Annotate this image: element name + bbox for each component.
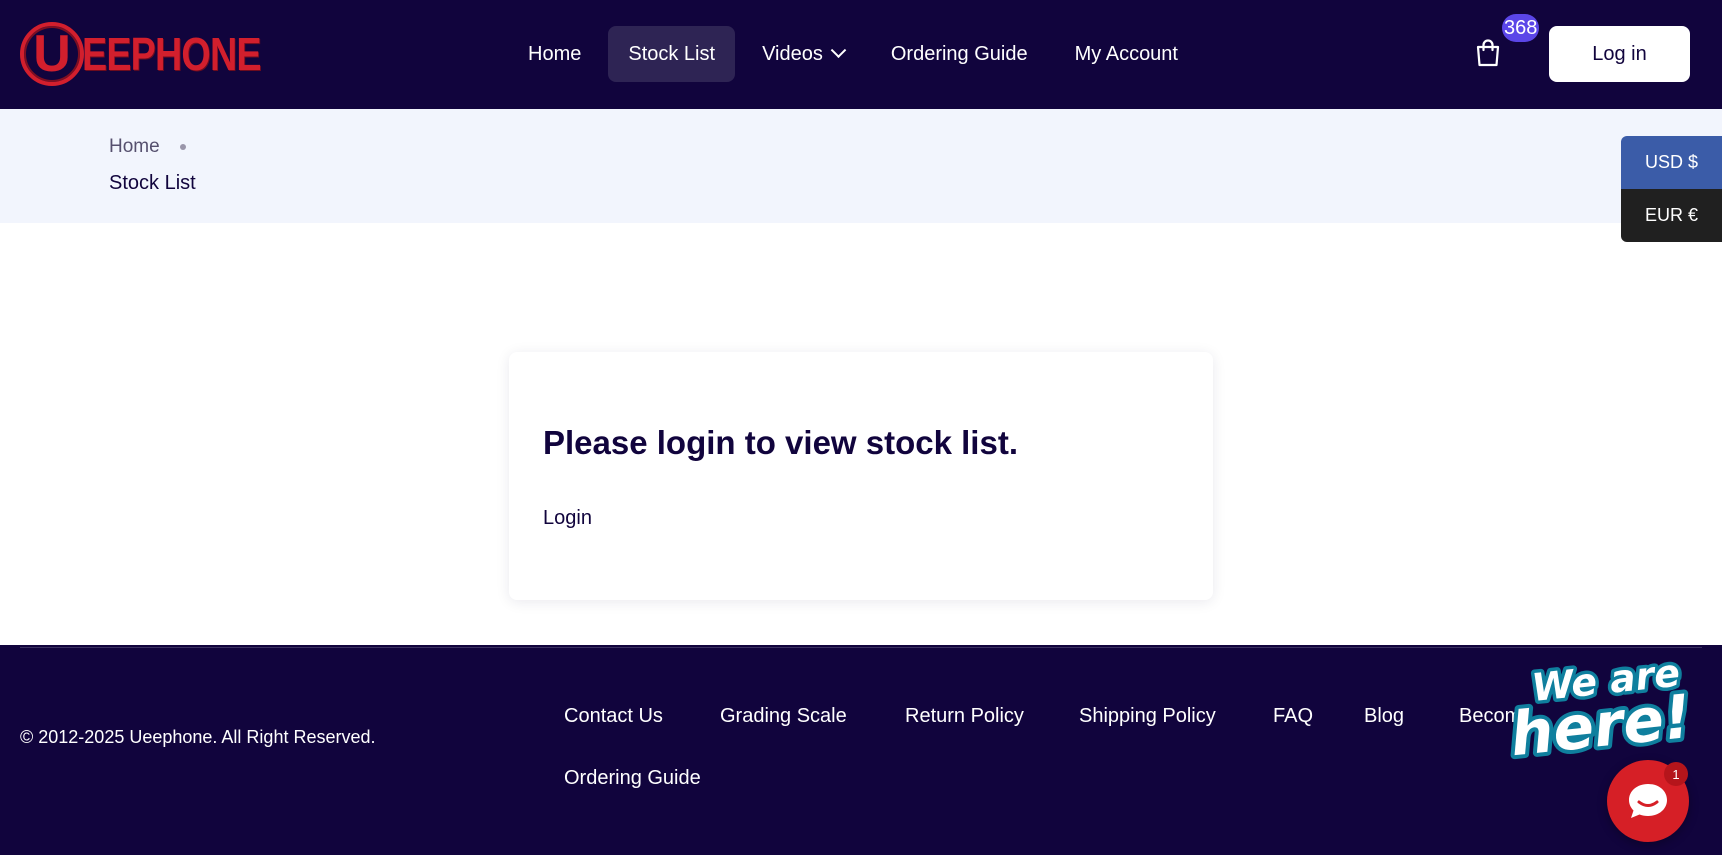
- footer-divider: [20, 647, 1702, 648]
- login-button[interactable]: Log in: [1549, 26, 1690, 82]
- we-are-here-greeting[interactable]: We are here!: [1500, 650, 1700, 760]
- breadcrumb: [0, 109, 1722, 223]
- site-header: U EEPHONE Home Stock List Videos Orderin…: [0, 0, 1722, 109]
- footer-link-shipping-policy[interactable]: Shipping Policy: [1079, 705, 1216, 728]
- nav-stock-list-label: Stock List: [628, 42, 716, 65]
- main-nav: Home Stock List Videos Ordering Guide My…: [508, 26, 1205, 82]
- nav-videos[interactable]: Videos: [742, 26, 864, 82]
- cart-count-badge: 368: [1502, 14, 1540, 42]
- logo-wordmark: EEPHONE: [82, 28, 262, 80]
- footer-link-return-policy[interactable]: Return Policy: [905, 705, 1024, 728]
- footer-link-blog[interactable]: Blog: [1364, 705, 1404, 728]
- cart-button[interactable]: [1474, 38, 1502, 68]
- nav-stock-list[interactable]: Stock List: [608, 26, 736, 82]
- footer-link-contact-us[interactable]: Contact Us: [564, 705, 663, 728]
- nav-home-label: Home: [528, 42, 582, 65]
- footer-link-faq[interactable]: FAQ: [1273, 705, 1313, 728]
- nav-home[interactable]: Home: [508, 26, 601, 82]
- nav-ordering-guide[interactable]: Ordering Guide: [871, 26, 1048, 82]
- site-footer: © 2012-2025 Ueephone. All Right Reserved…: [0, 645, 1722, 855]
- breadcrumb-separator: [179, 144, 186, 150]
- page-bottom-strip: [0, 855, 1722, 868]
- logo-mark: U: [20, 22, 84, 86]
- chevron-down-icon: [830, 41, 847, 58]
- page-title: Please login to view stock list.: [543, 424, 1018, 461]
- breadcrumb-home[interactable]: Home: [109, 136, 186, 158]
- nav-videos-label: Videos: [762, 42, 823, 65]
- shopping-bag-icon: [1476, 39, 1500, 67]
- chat-unread-badge: 1: [1664, 762, 1688, 786]
- logo[interactable]: U EEPHONE: [20, 20, 300, 88]
- copyright: © 2012-2025 Ueephone. All Right Reserved…: [20, 727, 376, 747]
- currency-usd-button[interactable]: USD $: [1621, 136, 1722, 189]
- nav-ordering-guide-label: Ordering Guide: [890, 42, 1028, 65]
- footer-link-grading-scale[interactable]: Grading Scale: [720, 705, 847, 728]
- nav-my-account-label: My Account: [1074, 42, 1178, 65]
- login-link[interactable]: Login: [543, 507, 592, 530]
- currency-eur-button[interactable]: EUR €: [1621, 189, 1722, 242]
- breadcrumb-home-label: Home: [109, 136, 160, 157]
- login-required-card: Please login to view stock list. Login: [509, 352, 1213, 600]
- footer-link-ordering-guide[interactable]: Ordering Guide: [564, 767, 701, 790]
- breadcrumb-current: Stock List: [109, 172, 196, 194]
- chat-bubble-icon: [1629, 784, 1667, 818]
- nav-my-account[interactable]: My Account: [1055, 26, 1198, 82]
